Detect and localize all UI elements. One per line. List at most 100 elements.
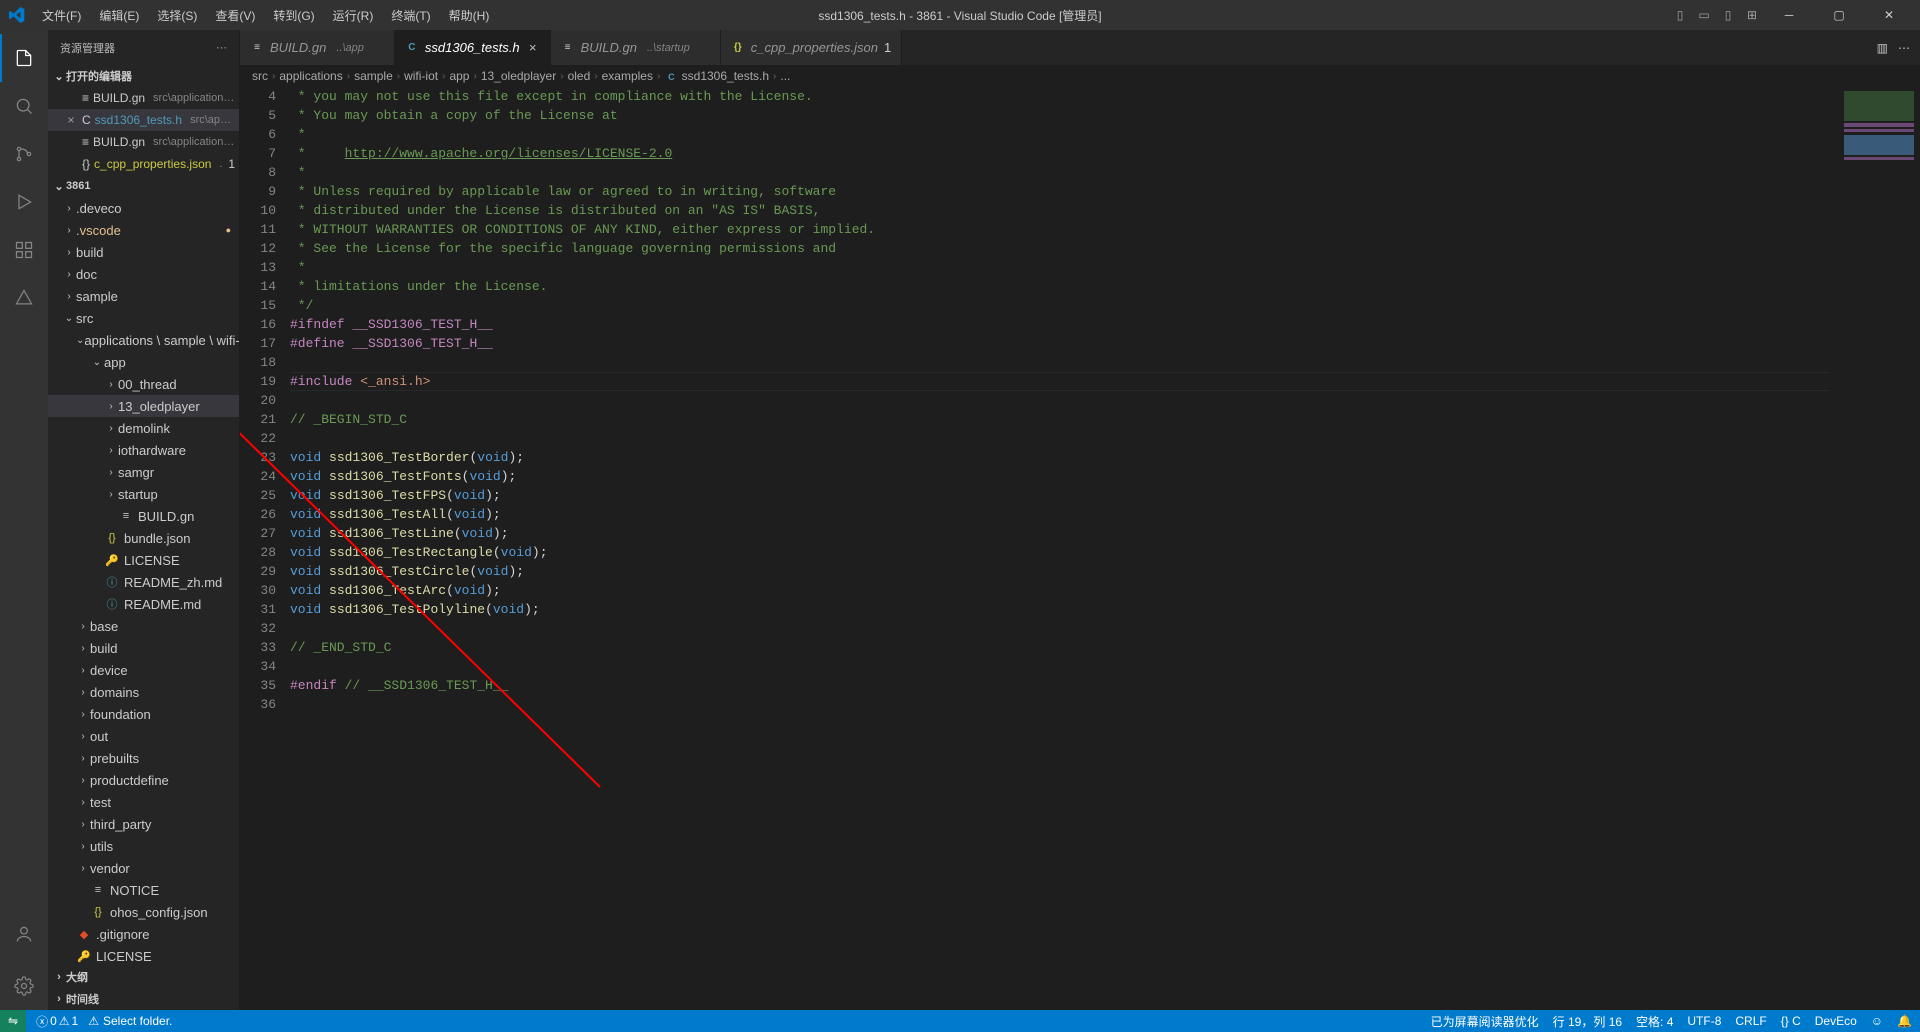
- layout-sidebar-right-icon[interactable]: ▯: [1718, 5, 1738, 25]
- editor-tab[interactable]: ≡BUILD.gn..\app×: [240, 30, 395, 65]
- remote-indicator[interactable]: ⇋: [0, 1010, 26, 1032]
- screen-reader-status[interactable]: 已为屏幕阅读器优化: [1431, 1013, 1539, 1030]
- folder-item[interactable]: ›build: [48, 637, 239, 659]
- source-control-icon[interactable]: [0, 130, 48, 178]
- file-item[interactable]: 🔑LICENSE: [48, 549, 239, 571]
- open-editor-item[interactable]: ×C ssd1306_tests.hsrc\applications\s...: [48, 109, 239, 131]
- code-content[interactable]: * you may not use this file except in co…: [290, 87, 1830, 1010]
- folder-item[interactable]: ›doc: [48, 263, 239, 285]
- folder-item[interactable]: ›sample: [48, 285, 239, 307]
- file-item[interactable]: ≡NOTICE: [48, 879, 239, 901]
- eol-status[interactable]: CRLF: [1735, 1014, 1766, 1028]
- sidebar-more-icon[interactable]: ⋯: [216, 41, 227, 54]
- explorer-icon[interactable]: [0, 34, 48, 82]
- language-mode[interactable]: {} C: [1781, 1014, 1801, 1028]
- file-item[interactable]: {}bundle.json: [48, 527, 239, 549]
- maximize-button[interactable]: ▢: [1816, 0, 1862, 30]
- folder-item[interactable]: ⌄applications \ sample \ wifi-iot: [48, 329, 239, 351]
- editor-tab[interactable]: ≡BUILD.gn..\startup×: [551, 30, 721, 65]
- close-button[interactable]: ✕: [1866, 0, 1912, 30]
- breadcrumb-item[interactable]: app: [449, 69, 469, 83]
- folder-item[interactable]: ›vendor: [48, 857, 239, 879]
- menu-item[interactable]: 运行(R): [325, 3, 382, 28]
- folder-item[interactable]: ›iothardware: [48, 439, 239, 461]
- folder-item[interactable]: ›build: [48, 241, 239, 263]
- close-icon[interactable]: ×: [526, 40, 540, 55]
- folder-item[interactable]: ⌄app: [48, 351, 239, 373]
- notifications-bell-icon[interactable]: 🔔: [1897, 1014, 1912, 1028]
- folder-item[interactable]: ›out: [48, 725, 239, 747]
- timeline-header[interactable]: ›时间线: [48, 988, 239, 1010]
- breadcrumb-item[interactable]: src: [252, 69, 268, 83]
- folder-item[interactable]: ›test: [48, 791, 239, 813]
- file-item[interactable]: ⓘREADME.md: [48, 593, 239, 615]
- folder-item[interactable]: ›productdefine: [48, 769, 239, 791]
- folder-item[interactable]: ›.deveco: [48, 197, 239, 219]
- problems-indicator[interactable]: ⓧ0 ⚠1: [36, 1013, 78, 1030]
- feedback-icon[interactable]: ☺: [1871, 1014, 1883, 1028]
- run-debug-icon[interactable]: [0, 178, 48, 226]
- folder-item[interactable]: ›demolink: [48, 417, 239, 439]
- breadcrumb-item[interactable]: oled: [568, 69, 591, 83]
- select-folder-warning[interactable]: ⚠Select folder.: [88, 1014, 172, 1028]
- layout-panel-left-icon[interactable]: ▯: [1670, 5, 1690, 25]
- editor-tab[interactable]: {}c_cpp_properties.json 1: [721, 30, 902, 65]
- cursor-position[interactable]: 行 19，列 16: [1553, 1013, 1622, 1030]
- split-editor-icon[interactable]: ▥: [1877, 41, 1888, 55]
- folder-item[interactable]: ›00_thread: [48, 373, 239, 395]
- menu-item[interactable]: 查看(V): [207, 3, 263, 28]
- search-icon[interactable]: [0, 82, 48, 130]
- folder-item[interactable]: ›foundation: [48, 703, 239, 725]
- indentation-status[interactable]: 空格: 4: [1636, 1013, 1673, 1030]
- breadcrumb-item[interactable]: applications: [279, 69, 342, 83]
- breadcrumb-item[interactable]: 13_oledplayer: [481, 69, 556, 83]
- folder-item[interactable]: ›samgr: [48, 461, 239, 483]
- folder-item[interactable]: ›13_oledplayer: [48, 395, 239, 417]
- folder-item[interactable]: ›startup: [48, 483, 239, 505]
- outline-header[interactable]: ›大纲: [48, 966, 239, 988]
- layout-panel-bottom-icon[interactable]: ▭: [1694, 5, 1714, 25]
- folder-item[interactable]: ›device: [48, 659, 239, 681]
- file-item[interactable]: {}ohos_config.json: [48, 901, 239, 923]
- minimap[interactable]: [1830, 87, 1920, 1010]
- more-actions-icon[interactable]: ⋯: [1898, 41, 1910, 55]
- deveco-status[interactable]: DevEco: [1815, 1014, 1857, 1028]
- breadcrumb-item[interactable]: C ssd1306_tests.h: [664, 69, 769, 84]
- folder-item[interactable]: ›.vscode●: [48, 219, 239, 241]
- minimize-button[interactable]: ─: [1766, 0, 1812, 30]
- breadcrumb-item[interactable]: wifi-iot: [404, 69, 438, 83]
- open-editor-item[interactable]: ×≡ BUILD.gnsrc\applications\sample\...: [48, 131, 239, 153]
- editor-body[interactable]: 4567891011121314151617181920212223242526…: [240, 87, 1920, 1010]
- deveco-icon[interactable]: [0, 274, 48, 322]
- menu-item[interactable]: 帮助(H): [441, 3, 498, 28]
- file-item[interactable]: ◆.gitignore: [48, 923, 239, 945]
- folder-item[interactable]: ⌄src: [48, 307, 239, 329]
- breadcrumb-item[interactable]: sample: [354, 69, 393, 83]
- close-icon[interactable]: ×: [64, 113, 78, 127]
- menu-item[interactable]: 选择(S): [149, 3, 205, 28]
- open-editor-item[interactable]: ×≡ BUILD.gnsrc\applications\sample\...: [48, 87, 239, 109]
- folder-item[interactable]: ›domains: [48, 681, 239, 703]
- file-item[interactable]: ≡BUILD.gn: [48, 505, 239, 527]
- file-item[interactable]: 🔑LICENSE: [48, 945, 239, 966]
- menu-item[interactable]: 转到(G): [265, 3, 322, 28]
- accounts-icon[interactable]: [0, 910, 48, 958]
- folder-item[interactable]: ›utils: [48, 835, 239, 857]
- menu-item[interactable]: 编辑(E): [91, 3, 147, 28]
- project-header[interactable]: ⌄3861: [48, 175, 239, 197]
- settings-gear-icon[interactable]: [0, 962, 48, 1010]
- folder-item[interactable]: ›third_party: [48, 813, 239, 835]
- file-item[interactable]: ⓘREADME_zh.md: [48, 571, 239, 593]
- breadcrumb[interactable]: src›applications›sample›wifi-iot›app›13_…: [240, 65, 1920, 87]
- menu-item[interactable]: 终端(T): [383, 3, 438, 28]
- breadcrumb-item[interactable]: ...: [780, 69, 790, 83]
- folder-item[interactable]: ›prebuilts: [48, 747, 239, 769]
- open-editors-header[interactable]: ⌄打开的编辑器: [48, 65, 239, 87]
- encoding-status[interactable]: UTF-8: [1687, 1014, 1721, 1028]
- editor-tab[interactable]: Cssd1306_tests.h×: [395, 30, 551, 65]
- open-editor-item[interactable]: ×{} c_cpp_properties.json.vsco...1: [48, 153, 239, 175]
- breadcrumb-item[interactable]: examples: [602, 69, 653, 83]
- menu-item[interactable]: 文件(F): [34, 3, 89, 28]
- layout-customize-icon[interactable]: ⊞: [1742, 5, 1762, 25]
- folder-item[interactable]: ›base: [48, 615, 239, 637]
